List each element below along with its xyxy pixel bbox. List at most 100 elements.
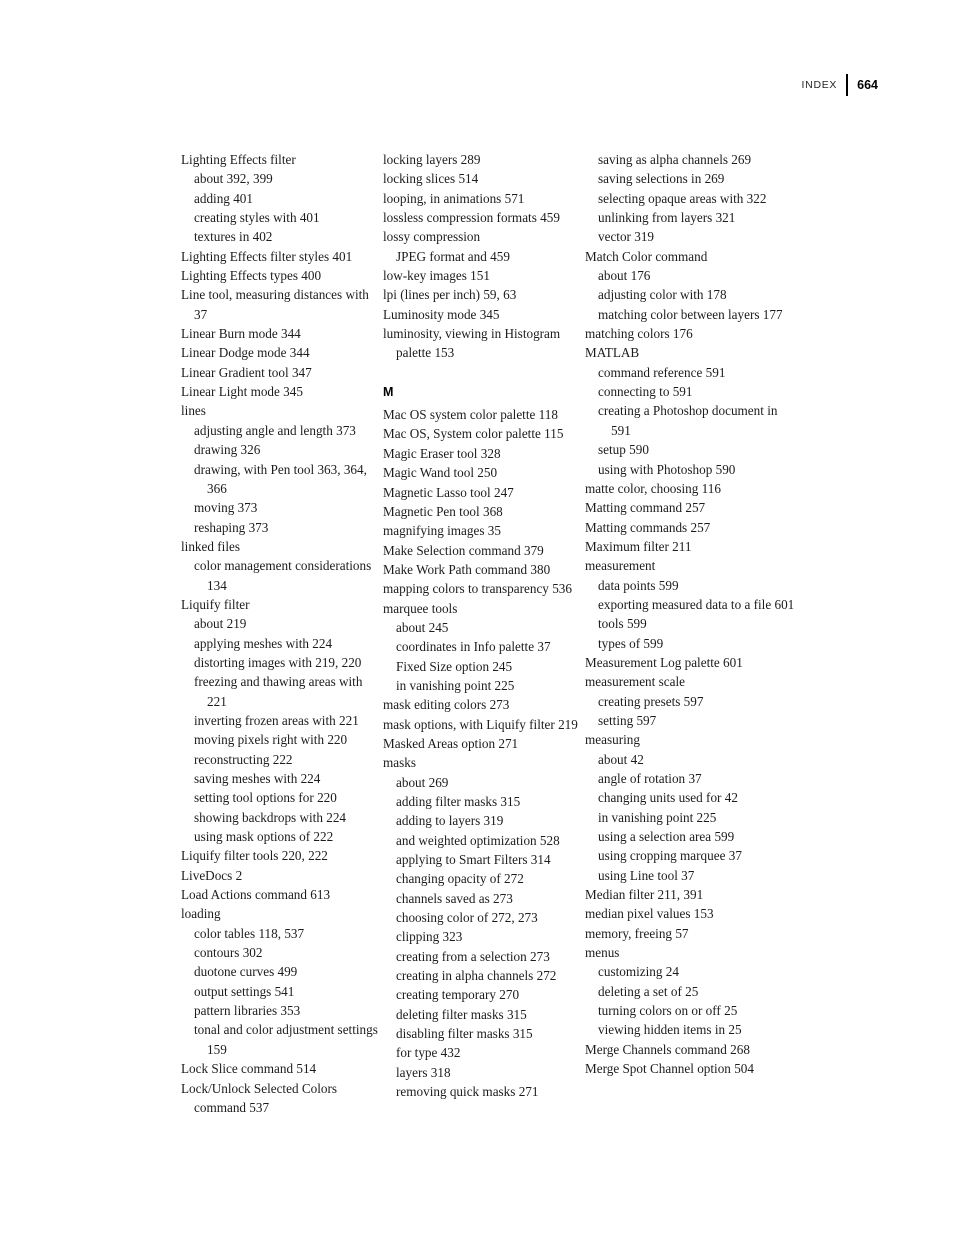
index-subentry: deleting filter masks 315 [396, 1006, 527, 1022]
index-subentry: textures in 402 [194, 229, 273, 245]
index-entry: measurement scale [585, 674, 685, 690]
index-subentry: disabling filter masks 315 [396, 1026, 533, 1042]
index-subentry: using mask options of 222 [194, 829, 334, 845]
index-subentry: saving meshes with 224 [194, 771, 321, 786]
index-entry: memory, freeing 57 [585, 925, 689, 941]
index-subentry: contours 302 [194, 945, 263, 961]
index-entry: Lock/Unlock Selected Colors command 537 [181, 1080, 338, 1115]
index-entry: loading [181, 906, 221, 922]
index-subentry: about 269 [396, 774, 449, 790]
index-entry: Merge Spot Channel option 504 [585, 1061, 754, 1077]
index-subentry: for type 432 [396, 1045, 461, 1061]
index-subentry: using Line tool 37 [598, 867, 695, 883]
index-subentry: saving as alpha channels 269 [598, 152, 752, 167]
index-subentry: distorting images with 219, 220 [194, 654, 362, 670]
index-entry: Measurement Log palette 601 [585, 654, 743, 670]
index-subentry: pattern libraries 353 [194, 1003, 301, 1019]
index-subentry: moving pixels right with 220 [194, 732, 348, 748]
index-subentry: adjusting angle and length 373 [194, 422, 356, 438]
index-subentry: removing quick masks 271 [396, 1084, 539, 1100]
index-entry: Load Actions command 613 [181, 887, 331, 903]
index-subentry: creating from a selection 273 [396, 948, 550, 964]
index-entry: Make Work Path command 380 [383, 561, 551, 577]
index-entry: Lighting Effects types 400 [181, 268, 322, 284]
index-subentry: setting 597 [598, 712, 657, 728]
index-subentry: viewing hidden items in 25 [598, 1022, 742, 1038]
index-subentry: using a selection area 599 [598, 829, 735, 845]
index-subentry: changing units used for 42 [598, 790, 738, 806]
index-entry: mask editing colors 273 [383, 697, 510, 713]
index-section-letter: M [383, 384, 394, 399]
index-entry: Linear Gradient tool 347 [181, 364, 312, 380]
index-entry: MATLAB [585, 345, 640, 361]
index-entry: mapping colors to transparency 536 [383, 581, 572, 597]
index-entry: menus [585, 945, 620, 961]
index-entry: matching colors 176 [585, 326, 693, 342]
index-subentry: tools 599 [598, 616, 647, 632]
index-entry: matte color, choosing 116 [585, 480, 721, 496]
index-entry: median pixel values 153 [585, 906, 714, 922]
index-subentry: unlinking from layers 321 [598, 210, 736, 226]
index-entry: mask options, with Liquify filter 219 [383, 716, 578, 732]
index-entry: luminosity, viewing in Histogram palette… [383, 326, 561, 361]
index-subentry: adjusting color with 178 [598, 287, 727, 303]
index-subentry: deleting a set of 25 [598, 983, 699, 999]
index-entry: Mac OS system color palette 118 [383, 407, 558, 423]
index-column-3: saving as alpha channels 269 saving selec… [585, 150, 799, 1117]
index-entry: Linear Dodge mode 344 [181, 345, 310, 361]
index-subentry: about 219 [194, 616, 247, 632]
index-entry: Lighting Effects filter styles 401 [181, 248, 353, 264]
index-entry: Median filter 211, 391 [585, 887, 704, 903]
index-subentry: output settings 541 [194, 983, 295, 999]
index-subentry: turning colors on or off 25 [598, 1003, 738, 1019]
index-entry: Make Selection command 379 [383, 542, 544, 558]
index-subentry: about 176 [598, 268, 651, 284]
index-subentry: moving 373 [194, 500, 258, 516]
index-subentry: adding 401 [194, 190, 253, 206]
index-subentry: adding filter masks 315 [396, 794, 521, 809]
index-subentry: JPEG format and 459 [396, 248, 510, 264]
index-subentry: using with Photoshop 590 [598, 461, 736, 477]
index-entry: Liquify filter tools 220, 222 [181, 848, 328, 864]
index-columns-container: Lighting Effects filter about 392, 399 add… [181, 150, 799, 1117]
index-subentry: using cropping marquee 37 [598, 848, 742, 864]
index-entry: Magic Eraser tool 328 [383, 445, 501, 461]
index-entry: looping, in animations 571 [383, 190, 525, 206]
index-subentry: data points 599 [598, 577, 679, 593]
index-entry: masks [383, 755, 416, 771]
index-entry: Linear Burn mode 344 [181, 326, 301, 342]
index-subentry: channels saved as 273 [396, 890, 513, 906]
index-entry: locking layers 289 [383, 152, 481, 167]
index-entry: Mac OS, System color palette 115 [383, 426, 564, 442]
page-number: 664 [857, 78, 878, 92]
index-entry: Matting commands 257 [585, 519, 711, 535]
index-subentry: about 392, 399 [194, 171, 273, 187]
running-header-label: INDEX [801, 79, 838, 91]
index-subentry: applying meshes with 224 [194, 635, 333, 651]
index-subentry: reconstructing 222 [194, 751, 293, 767]
index-subentry: tonal and color adjustment settings 159 [194, 1022, 378, 1057]
index-subentry: saving selections in 269 [598, 171, 725, 187]
index-entry: lpi (lines per inch) 59, 63 [383, 287, 517, 303]
index-subentry: changing opacity of 272 [396, 871, 524, 887]
index-entry: Liquify filter [181, 596, 250, 612]
running-header: INDEX 664 [802, 74, 878, 96]
index-entry: LiveDocs 2 [181, 867, 243, 883]
index-entry: measuring [585, 732, 640, 748]
index-subentry: creating in alpha channels 272 [396, 968, 557, 984]
index-subentry: showing backdrops with 224 [194, 809, 347, 825]
index-entry: Lock Slice command 514 [181, 1061, 317, 1077]
index-entry: Masked Areas option 271 [383, 735, 519, 751]
index-subentry: coordinates in Info palette 37 [396, 639, 551, 655]
index-entry: Magnetic Lasso tool 247 [383, 484, 514, 500]
index-subentry: creating temporary 270 [396, 987, 520, 1003]
index-entry: lines [181, 403, 206, 419]
index-subentry: and weighted optimization 528 [396, 832, 560, 848]
index-subentry: setup 590 [598, 442, 649, 458]
index-entry: Magic Wand tool 250 [383, 465, 498, 481]
index-subentry: exporting measured data to a file 601 [598, 596, 795, 612]
index-entry: lossless compression formats 459 [383, 210, 560, 226]
index-entry: low-key images 151 [383, 268, 490, 284]
index-entry: Line tool, measuring distances with 37 [181, 287, 369, 322]
index-entry: locking slices 514 [383, 171, 479, 187]
